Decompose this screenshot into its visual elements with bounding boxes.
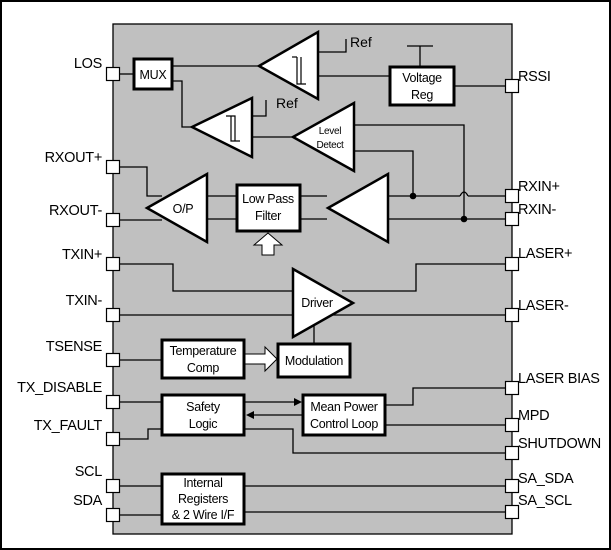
pin-rxout-plus: RXOUT+	[45, 150, 121, 175]
pin-pad	[504, 380, 520, 396]
pin-tx-fault: TX_FAULT	[34, 418, 121, 447]
pin-label: SA_SCL	[518, 493, 572, 509]
left-pins: LOS RXOUT+ RXOUT- TXIN+ TXIN- TSENSE TX_DISABL…	[17, 56, 121, 523]
level-detect-label-1: Level	[319, 126, 341, 137]
pin-label: MPD	[518, 408, 549, 424]
temp-comp-label-1: Temperature	[170, 344, 237, 358]
low-pass-filter-block: Low Pass Filter	[235, 183, 302, 233]
pin-label: RXIN-	[518, 202, 556, 218]
voltage-reg-block: Voltage Reg	[388, 65, 456, 107]
pin-pad	[504, 478, 520, 494]
pin-txin-plus: TXIN+	[62, 247, 121, 272]
voltage-reg-label-1: Voltage	[402, 71, 442, 85]
pin-txin-minus: TXIN-	[66, 293, 121, 323]
level-detect-label-2: Detect	[316, 140, 344, 151]
mux-label: MUX	[140, 68, 168, 82]
safety-logic-block: Safety Logic	[160, 393, 246, 437]
safety-logic-label-2: Logic	[189, 417, 217, 431]
pin-pad	[105, 212, 121, 228]
internal-registers-label-2: Registers	[178, 492, 228, 506]
internal-registers-label-3: & 2 Wire I/F	[172, 508, 235, 522]
pin-laser-plus: LASER+	[504, 246, 573, 272]
pin-rxin-plus: RXIN+	[504, 179, 560, 204]
pin-label: SA_SDA	[518, 471, 574, 487]
pin-pad	[105, 431, 121, 447]
modulation-label: Modulation	[285, 354, 343, 368]
ref-label-lower: Ref	[276, 95, 298, 111]
pin-pad	[504, 256, 520, 272]
block-diagram: MUX Ref Ref Voltage Reg Level Detect O/P…	[0, 0, 611, 550]
pin-laser-minus: LASER-	[504, 298, 569, 323]
pin-label: TXIN+	[62, 247, 102, 263]
pin-label: SCL	[75, 464, 103, 480]
diagram-svg: MUX Ref Ref Voltage Reg Level Detect O/P…	[17, 23, 601, 535]
pin-tsense: TSENSE	[46, 339, 121, 368]
pin-label: RXOUT+	[45, 150, 102, 166]
pin-rxout-minus: RXOUT-	[49, 203, 121, 228]
right-pins: RSSI RXIN+ RXIN- LASER+ LASER- LASER BIAS MPD S…	[504, 69, 601, 520]
pin-pad	[105, 352, 121, 368]
temperature-comp-block: Temperature Comp	[160, 338, 246, 380]
pin-pad	[105, 478, 121, 494]
pin-label: TX_DISABLE	[17, 380, 102, 396]
pin-shutdown: SHUTDOWN	[504, 436, 601, 461]
pin-label: SDA	[73, 493, 103, 509]
pin-sa-scl: SA_SCL	[504, 493, 572, 520]
lpf-label-2: Filter	[255, 209, 281, 223]
pin-pad	[105, 507, 121, 523]
ref-label-upper: Ref	[350, 34, 372, 50]
mux-block: MUX	[132, 57, 174, 91]
pin-label: TX_FAULT	[34, 418, 103, 434]
pin-pad	[105, 66, 121, 82]
pin-label: TXIN-	[66, 293, 103, 309]
pin-sa-sda: SA_SDA	[504, 471, 574, 494]
pin-pad	[105, 159, 121, 175]
internal-registers-label-1: Internal	[183, 476, 222, 490]
junction-dot	[460, 215, 468, 223]
pin-pad	[105, 394, 121, 410]
pin-label: LASER-	[518, 298, 569, 314]
pin-label: RXOUT-	[49, 203, 102, 219]
driver-label: Driver	[301, 296, 333, 310]
pin-pad	[504, 211, 520, 227]
pin-pad	[504, 417, 520, 433]
pin-rxin-minus: RXIN-	[504, 202, 557, 227]
safety-logic-label-1: Safety	[186, 400, 221, 414]
pin-label: SHUTDOWN	[518, 436, 601, 452]
pin-label: LOS	[74, 56, 102, 72]
pin-label: LASER BIAS	[518, 371, 600, 387]
pin-pad	[504, 445, 520, 461]
mpcl-label-1: Mean Power	[310, 400, 377, 414]
voltage-reg-label-2: Reg	[411, 88, 433, 102]
pin-label: RXIN+	[518, 179, 560, 195]
op-label: O/P	[173, 202, 194, 216]
pin-pad	[504, 78, 520, 94]
lpf-label-1: Low Pass	[242, 192, 294, 206]
pin-label: TSENSE	[46, 339, 103, 355]
modulation-block: Modulation	[276, 342, 352, 379]
pin-pad	[105, 256, 121, 272]
pin-laser-bias: LASER BIAS	[504, 371, 600, 396]
internal-registers-block: Internal Registers & 2 Wire I/F	[160, 472, 246, 526]
pin-label: LASER+	[518, 246, 572, 262]
pin-pad	[105, 307, 121, 323]
pin-pad	[504, 307, 520, 323]
junction-dot	[409, 192, 417, 200]
pin-pad	[504, 188, 520, 204]
pin-pad	[504, 504, 520, 520]
pin-tx-disable: TX_DISABLE	[17, 380, 121, 410]
pin-label: RSSI	[518, 69, 551, 85]
temp-comp-label-2: Comp	[187, 361, 219, 375]
mean-power-control-loop-block: Mean Power Control Loop	[301, 393, 387, 437]
mpcl-label-2: Control Loop	[310, 417, 378, 431]
